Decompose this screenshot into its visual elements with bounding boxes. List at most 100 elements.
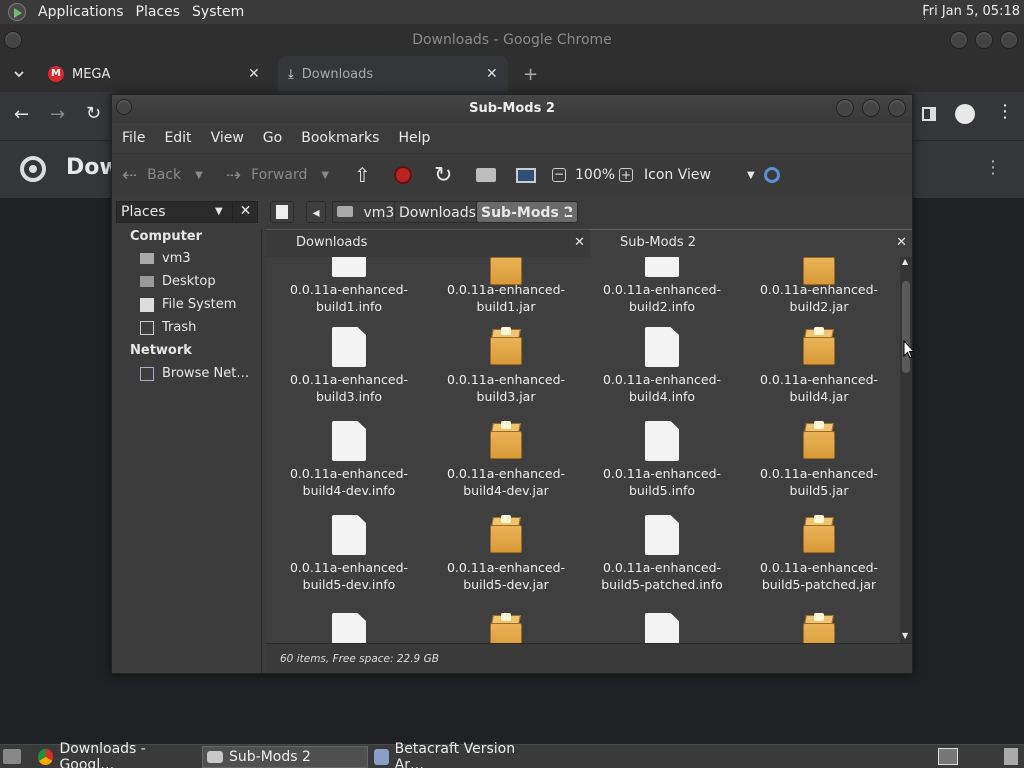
computer-icon[interactable] — [516, 154, 536, 196]
back-arrow-icon[interactable]: ← — [14, 104, 29, 125]
file-item[interactable]: 0.0.11a-enhanced-build2.info — [587, 257, 737, 315]
workspace-switcher-icon[interactable] — [938, 748, 958, 765]
document-icon[interactable] — [332, 613, 366, 643]
fm-tab-downloads[interactable]: Downloads ✕ — [266, 229, 590, 257]
minimize-button[interactable] — [950, 31, 968, 49]
back-button[interactable]: ⇠ Back ▼ — [122, 154, 203, 196]
up-arrow-icon[interactable]: ⇧ — [354, 154, 371, 196]
file-item[interactable]: 0.0.11a-enhanced-build2.jar — [744, 257, 894, 315]
trash-applet-icon[interactable] — [1004, 748, 1018, 765]
chevron-down-icon: ▼ — [321, 169, 330, 181]
jar-package-icon[interactable] — [802, 613, 836, 643]
task-sub-mods-2[interactable]: Sub-Mods 2 — [202, 746, 368, 768]
file-item[interactable]: 0.0.11a-enhanced-build5-dev.info — [274, 515, 424, 593]
sidebar-item-desktop[interactable]: Desktop — [140, 274, 216, 289]
sidebar-item-file-system[interactable]: File System — [140, 297, 236, 312]
file-item[interactable]: 0.0.11a-enhanced-build5.info — [587, 421, 737, 499]
search-icon[interactable] — [764, 154, 780, 196]
close-button[interactable] — [1000, 31, 1018, 49]
help-menu[interactable]: Help — [398, 130, 430, 146]
file-item[interactable]: 0.0.11a-enhanced-build1.info — [274, 257, 424, 315]
minimize-button[interactable] — [836, 99, 854, 117]
file-item[interactable]: 0.0.11a-enhanced-build1.jar — [431, 257, 581, 315]
close-tab-icon[interactable]: ✕ — [486, 66, 498, 82]
stop-icon[interactable] — [394, 154, 412, 196]
jar-package-icon[interactable] — [489, 613, 523, 643]
file-item[interactable]: 0.0.11a-enhanced-build4-dev.info — [274, 421, 424, 499]
bookmarks-menu[interactable]: Bookmarks — [301, 130, 379, 146]
edit-location-icon[interactable] — [270, 201, 294, 223]
file-item[interactable]: 0.0.11a-enhanced-build3.jar — [431, 327, 581, 405]
chrome-titlebar[interactable]: Downloads - Google Chrome — [0, 24, 1024, 56]
sidebar-item-browse-network[interactable]: Browse Net… — [140, 366, 249, 381]
home-icon[interactable] — [476, 154, 496, 196]
sidebar-item-vm3[interactable]: vm3 — [140, 251, 191, 266]
page-menu-icon[interactable]: ⋮ — [984, 157, 1002, 178]
close-button[interactable] — [888, 99, 906, 117]
maximize-button[interactable] — [862, 99, 880, 117]
zoom-in-icon[interactable]: + — [619, 154, 633, 196]
file-item[interactable]: 0.0.11a-enhanced-build3.info — [274, 327, 424, 405]
tab-mega[interactable]: M MEGA ✕ — [40, 56, 270, 92]
show-desktop-icon[interactable] — [3, 749, 21, 764]
sidebar-item-trash[interactable]: Trash — [140, 320, 196, 335]
tab-downloads[interactable]: ⤓ Downloads ✕ — [278, 56, 508, 92]
fm-titlebar[interactable]: Sub-Mods 2 — [112, 95, 912, 123]
vertical-scrollbar[interactable]: ▲ ▼ — [900, 257, 912, 643]
file-name: build2.jar — [789, 299, 849, 314]
jar-package-icon — [802, 327, 836, 367]
kebab-menu-icon[interactable]: ⋮ — [996, 102, 1014, 122]
file-item[interactable]: 0.0.11a-enhanced-build4.jar — [744, 327, 894, 405]
crumb-left-arrow-icon[interactable]: ◂ — [306, 201, 326, 223]
file-item[interactable]: 0.0.11a-enhanced-build5-dev.jar — [431, 515, 581, 593]
file-item[interactable]: 0.0.11a-enhanced-build5-patched.info — [587, 515, 737, 593]
file-item[interactable]: 0.0.11a-enhanced-build4.info — [587, 327, 737, 405]
window-menu-icon[interactable] — [4, 31, 22, 49]
scroll-down-arrow-icon[interactable]: ▼ — [902, 631, 908, 640]
reload-icon[interactable]: ↻ — [86, 103, 101, 124]
close-tab-icon[interactable]: ✕ — [574, 230, 585, 256]
jar-package-icon — [802, 257, 836, 285]
applications-menu[interactable]: Applications — [32, 4, 130, 20]
task-chrome-downloads[interactable]: Downloads - Googl… — [34, 741, 200, 768]
document-icon — [332, 515, 366, 555]
fm-tab-sub-mods-2[interactable]: Sub-Mods 2 ✕ — [590, 229, 912, 257]
close-sidebar-icon[interactable]: ✕ — [232, 201, 258, 223]
task-betacraft[interactable]: Betacraft Version Ar… — [370, 741, 536, 768]
jar-package-icon — [802, 421, 836, 461]
side-panel-icon[interactable] — [922, 107, 936, 121]
home-folder-icon — [337, 206, 353, 217]
view-menu[interactable]: View — [211, 130, 244, 146]
clock[interactable]: Fri Jan 5, 05:18 — [922, 4, 1020, 19]
go-menu[interactable]: Go — [263, 130, 282, 146]
places-sidebar: Computer vm3 Desktop File System Trash N… — [112, 229, 262, 673]
edit-menu[interactable]: Edit — [164, 130, 191, 146]
reload-icon[interactable]: ↻ — [434, 154, 452, 196]
scroll-up-arrow-icon[interactable]: ▲ — [902, 257, 908, 266]
close-tab-icon[interactable]: ✕ — [248, 66, 260, 82]
window-menu-icon[interactable] — [116, 99, 132, 115]
tab-search-icon[interactable] — [12, 56, 26, 92]
crumb-right-arrow-icon[interactable]: ▸ — [566, 205, 572, 219]
crumb-vm3[interactable]: vm3 — [332, 201, 400, 223]
new-tab-button[interactable]: + — [523, 56, 538, 92]
fm-toolbar: ⇠ Back ▼ ⇢ Forward ▼ ⇧ ↻ − 100% + Icon V… — [112, 153, 912, 195]
places-menu[interactable]: Places — [130, 4, 187, 20]
crumb-sub-mods-2[interactable]: Sub-Mods 2 — [476, 201, 579, 223]
maximize-button[interactable] — [975, 31, 993, 49]
distro-logo-icon[interactable] — [8, 3, 26, 21]
forward-button[interactable]: ⇢ Forward ▼ — [226, 154, 329, 196]
file-item[interactable]: 0.0.11a-enhanced-build5-patched.jar — [744, 515, 894, 593]
crumb-downloads[interactable]: Downloads — [394, 201, 481, 223]
file-item[interactable]: 0.0.11a-enhanced-build4-dev.jar — [431, 421, 581, 499]
view-mode-select[interactable]: Icon View ▼ — [644, 154, 755, 196]
file-menu[interactable]: File — [122, 130, 145, 146]
file-item[interactable]: 0.0.11a-enhanced-build5.jar — [744, 421, 894, 499]
close-tab-icon[interactable]: ✕ — [896, 230, 907, 256]
system-menu[interactable]: System — [186, 4, 250, 20]
forward-arrow-icon[interactable]: → — [50, 104, 65, 125]
trash-icon — [140, 320, 154, 335]
profile-avatar-icon[interactable] — [955, 104, 975, 124]
document-icon[interactable] — [645, 613, 679, 643]
zoom-out-icon[interactable]: − — [552, 154, 566, 196]
